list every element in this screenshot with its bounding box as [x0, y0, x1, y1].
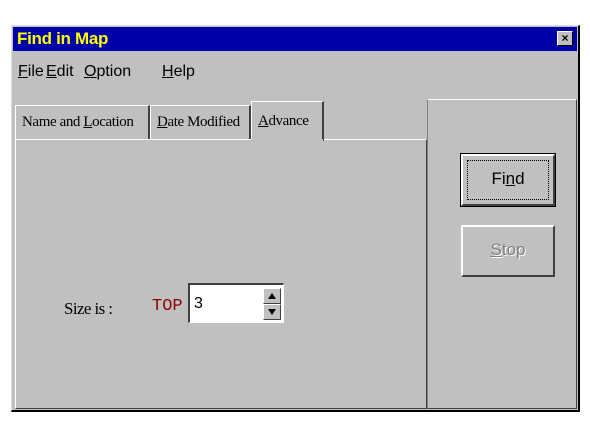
size-value[interactable]: 3 — [194, 295, 203, 313]
arrow-down-icon — [268, 309, 276, 315]
menu-edit[interactable]: Edit — [46, 63, 74, 81]
advance-panel — [15, 139, 427, 409]
close-icon[interactable]: × — [557, 31, 573, 46]
title-bar[interactable]: Find in Map × — [13, 27, 577, 51]
arrow-up-icon — [268, 293, 276, 299]
size-spinner[interactable]: 3 — [188, 283, 284, 323]
spin-down-button[interactable] — [263, 304, 281, 320]
find-button[interactable]: Find — [460, 153, 556, 207]
stop-button[interactable]: Stop — [461, 225, 555, 277]
focus-rect — [467, 160, 549, 200]
size-label: Size is : — [64, 299, 113, 318]
spinner-buttons — [263, 288, 281, 320]
tab-name-and-location[interactable]: Name and Location — [15, 105, 150, 139]
tab-date-modified[interactable]: Date Modified — [150, 105, 251, 139]
menu-help[interactable]: Help — [162, 63, 195, 81]
menu-file[interactable]: File — [18, 63, 44, 81]
find-in-map-window: Find in Map × File Edit Option Help Name… — [11, 25, 580, 412]
spin-up-button[interactable] — [263, 288, 281, 304]
window-title: Find in Map — [17, 29, 109, 48]
tab-advance[interactable]: Advance — [251, 101, 324, 141]
active-tab-join — [251, 139, 323, 141]
top-qualifier: TOP — [152, 297, 183, 316]
menu-option[interactable]: Option — [84, 63, 131, 81]
